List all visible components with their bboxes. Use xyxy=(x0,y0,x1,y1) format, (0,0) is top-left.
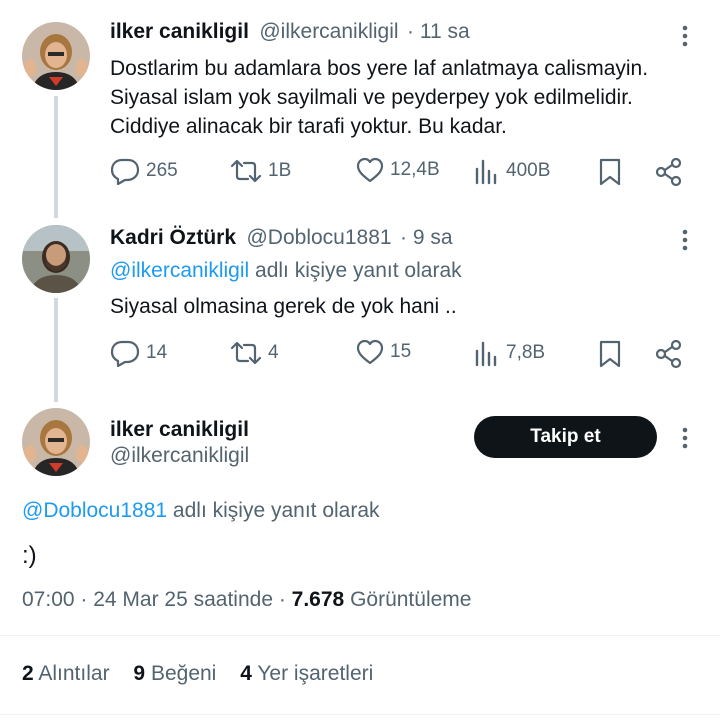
tweet-line: Dostlarim bu adamlara bos yere laf anlat… xyxy=(110,57,649,80)
views-button[interactable]: 400B xyxy=(474,157,550,185)
reply-count: 265 xyxy=(146,160,178,181)
author-name[interactable]: ilker canikligil xyxy=(110,20,249,43)
like-button[interactable]: 12,4B xyxy=(356,157,440,183)
views-count: 7,8B xyxy=(506,342,546,363)
quotes-count: 2 xyxy=(22,662,34,685)
quotes-label: Alıntılar xyxy=(38,662,110,685)
likes-count: 9 xyxy=(133,662,146,685)
divider xyxy=(0,635,720,636)
bookmarks-count: 4 xyxy=(240,662,252,685)
more-icon[interactable] xyxy=(680,24,690,53)
reply-context: @Doblocu1881 adlı kişiye yanıt olarak xyxy=(22,496,380,525)
retweet-button[interactable]: 4 xyxy=(230,339,279,367)
retweet-icon xyxy=(230,157,262,185)
avatar[interactable] xyxy=(22,408,90,476)
views-icon xyxy=(474,339,500,367)
divider xyxy=(0,714,720,715)
reply-to-link[interactable]: @ilkercanikligil xyxy=(110,259,249,282)
author-name[interactable]: Kadri Öztürk xyxy=(110,226,236,249)
bookmarks-label: Yer işaretleri xyxy=(257,662,374,685)
reply-context: @ilkercanikligil adlı kişiye yanıt olara… xyxy=(110,256,462,285)
tweet-text: :) xyxy=(22,542,37,569)
bookmark-icon[interactable] xyxy=(598,157,622,187)
retweet-count: 4 xyxy=(268,342,279,363)
tweet-time[interactable]: · 11 sa xyxy=(407,20,470,43)
follow-button[interactable]: Takip et xyxy=(474,416,657,458)
author-handle[interactable]: @ilkercanikligil xyxy=(259,20,398,43)
reply-icon xyxy=(110,339,140,367)
more-icon[interactable] xyxy=(680,228,690,257)
reply-icon xyxy=(110,157,140,185)
thread-line xyxy=(54,298,58,402)
author-name[interactable]: ilker canikligil xyxy=(110,418,249,442)
more-icon[interactable] xyxy=(680,426,690,455)
author-handle[interactable]: @ilkercanikligil xyxy=(110,444,249,468)
author-handle[interactable]: @Doblocu1881 xyxy=(246,226,391,249)
engagement-stats: 2 Alıntılar 9 Beğeni 4 Yer işaretleri xyxy=(22,662,373,686)
reply-to-label: adlı kişiye yanıt olarak xyxy=(167,499,380,522)
likes-stat[interactable]: 9 Beğeni xyxy=(133,662,216,685)
heart-icon xyxy=(356,157,384,183)
reply-button[interactable]: 265 xyxy=(110,157,178,185)
reply-to-label: adlı kişiye yanıt olarak xyxy=(249,259,462,282)
like-count: 15 xyxy=(390,341,412,362)
retweet-button[interactable]: 1B xyxy=(230,157,291,185)
tweet-line: Siyasal islam yok sayilmali ve peyderpey… xyxy=(110,86,633,109)
tweet-text: Siyasal olmasina gerek de yok hani .. xyxy=(110,295,457,318)
views-icon xyxy=(474,157,500,185)
tweet-timestamp[interactable]: 07:00 · 24 Mar 25 saatinde · xyxy=(22,588,292,611)
views-count: 400B xyxy=(506,160,551,181)
avatar[interactable] xyxy=(22,22,90,90)
like-button[interactable]: 15 xyxy=(356,339,411,365)
view-count: 7.678 xyxy=(291,588,345,611)
retweet-icon xyxy=(230,339,262,367)
bookmarks-stat[interactable]: 4 Yer işaretleri xyxy=(240,662,373,685)
reply-to-link[interactable]: @Doblocu1881 xyxy=(22,499,167,522)
bookmark-icon[interactable] xyxy=(598,339,622,369)
retweet-count: 1B xyxy=(268,160,292,181)
tweet2-header: Kadri Öztürk @Doblocu1881 · 9 sa xyxy=(110,226,453,250)
quotes-stat[interactable]: 2 Alıntılar xyxy=(22,662,110,685)
like-count: 12,4B xyxy=(390,159,440,180)
avatar[interactable] xyxy=(22,225,90,293)
tweet-line: Ciddiye alinacak bir tarafi yoktur. Bu k… xyxy=(110,115,507,138)
share-icon[interactable] xyxy=(654,157,684,187)
tweet-time[interactable]: · 9 sa xyxy=(400,226,453,249)
reply-count: 14 xyxy=(146,342,168,363)
share-icon[interactable] xyxy=(654,339,684,369)
heart-icon xyxy=(356,339,384,365)
views-button[interactable]: 7,8B xyxy=(474,339,545,367)
tweet-text: Dostlarim bu adamlara bos yere laf anlat… xyxy=(110,54,710,141)
reply-button[interactable]: 14 xyxy=(110,339,167,367)
tweet-meta: 07:00 · 24 Mar 25 saatinde · 7.678 Görün… xyxy=(22,588,471,612)
thread-line xyxy=(54,96,58,218)
likes-label: Beğeni xyxy=(150,662,217,685)
view-label: Görüntüleme xyxy=(344,588,472,611)
tweet1-header: ilker canikligil @ilkercanikligil · 11 s… xyxy=(110,20,470,44)
